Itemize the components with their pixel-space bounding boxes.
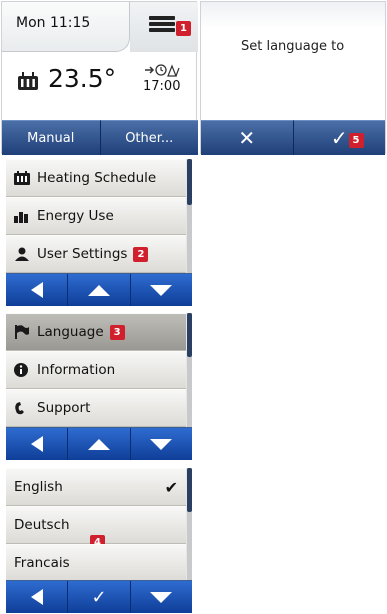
step-badge: 5	[348, 133, 364, 148]
language-option-english[interactable]: English ✔	[6, 468, 186, 506]
close-icon: ✕	[238, 126, 256, 150]
menu-item-label: Energy Use	[37, 208, 114, 224]
checkmark-icon: ✓	[91, 586, 107, 608]
back-button[interactable]	[6, 581, 69, 613]
scroll-thumb[interactable]	[187, 313, 192, 357]
main-menu-panel: Heating Schedule Energy Use User Setting…	[6, 159, 194, 306]
left-arrow-icon	[30, 282, 43, 298]
language-label: English	[14, 479, 63, 495]
menu-item-information[interactable]: Information	[6, 351, 186, 389]
scroll-thumb[interactable]	[187, 159, 192, 205]
menu-item-label: User Settings	[37, 246, 128, 262]
checkmark-icon: ✓	[330, 126, 348, 150]
nav-button-bar: ✓	[6, 580, 192, 613]
menu-item-heating-schedule[interactable]: Heating Schedule	[6, 159, 186, 197]
down-button[interactable]	[130, 274, 192, 306]
back-button[interactable]	[6, 428, 69, 460]
scroll-thumb[interactable]	[187, 468, 192, 512]
nav-button-bar	[6, 427, 192, 460]
down-button[interactable]	[130, 581, 192, 613]
left-arrow-icon	[30, 589, 43, 605]
menu-item-support[interactable]: Support	[6, 389, 186, 427]
menu-item-label: Information	[37, 362, 116, 378]
checkmark-icon: ✔	[164, 477, 178, 497]
confirm-button[interactable]: ✓ 5	[293, 120, 385, 155]
set-language-dialog: Set language to ✕ ✓ 5	[200, 1, 386, 155]
menu-item-energy-use[interactable]: Energy Use	[6, 197, 186, 235]
home-button-bar: Manual Other...	[2, 120, 198, 155]
left-arrow-icon	[30, 436, 43, 452]
down-arrow-icon	[150, 438, 173, 450]
up-arrow-icon	[87, 438, 110, 450]
step-badge: 1	[176, 21, 191, 36]
next-event-time: 17:00	[143, 79, 181, 94]
nav-button-bar	[6, 273, 192, 306]
menu-item-label: Support	[37, 400, 91, 416]
set-language-prompt: Set language to	[241, 39, 345, 54]
down-button[interactable]	[130, 428, 192, 460]
heating-icon	[17, 71, 39, 93]
up-arrow-icon	[87, 284, 110, 296]
scrollbar[interactable]	[186, 468, 192, 580]
menu-item-language[interactable]: Language 3	[6, 313, 186, 351]
confirm-button[interactable]: ✓	[68, 581, 131, 613]
menu-item-label: Language	[37, 324, 104, 340]
language-option-francais[interactable]: Francais	[6, 544, 186, 582]
back-button[interactable]	[6, 274, 69, 306]
up-button[interactable]	[68, 428, 131, 460]
clock-display: Mon 11:15	[16, 15, 91, 31]
step-badge: 3	[109, 324, 125, 340]
calendar-icon	[14, 171, 30, 185]
up-button[interactable]	[68, 274, 131, 306]
scrollbar[interactable]	[186, 159, 192, 273]
home-screen: Mon 11:15 1 23.5° 17:00 Manual Other...	[1, 1, 198, 155]
step-badge: 2	[133, 246, 149, 262]
language-label: Deutsch	[14, 517, 70, 533]
temperature-display: 23.5°	[48, 64, 117, 93]
down-arrow-icon	[150, 284, 173, 296]
phone-icon	[14, 401, 30, 415]
menu-item-user-settings[interactable]: User Settings 2	[6, 235, 186, 273]
menu-item-label: Heating Schedule	[37, 170, 157, 186]
manual-button[interactable]: Manual	[2, 120, 101, 155]
down-arrow-icon	[150, 591, 173, 603]
scrollbar[interactable]	[186, 313, 192, 427]
flag-icon	[14, 325, 30, 339]
menu-icon[interactable]	[149, 16, 179, 32]
cancel-button[interactable]: ✕	[201, 120, 294, 155]
info-icon	[14, 363, 30, 377]
dialog-button-bar: ✕ ✓ 5	[201, 120, 385, 155]
user-icon	[14, 247, 30, 261]
language-menu-panel: English ✔ Deutsch 4 Francais ✓	[6, 468, 194, 614]
bar-chart-icon	[14, 209, 30, 223]
other-button[interactable]: Other...	[100, 120, 198, 155]
language-label: Francais	[14, 555, 70, 571]
schedule-icon	[143, 62, 183, 80]
settings-menu-panel: Language 3 Information Support	[6, 313, 194, 460]
